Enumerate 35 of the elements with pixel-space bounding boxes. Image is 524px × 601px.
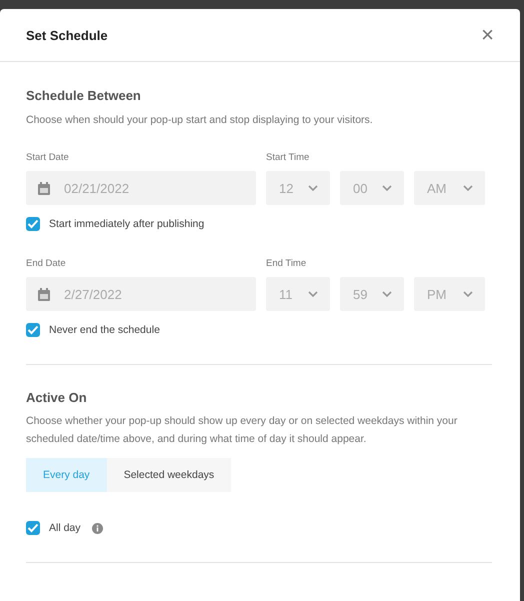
checkbox[interactable] xyxy=(26,323,40,337)
checkbox-label: Start immediately after publishing xyxy=(49,218,204,230)
tab[interactable]: Selected weekdays xyxy=(106,458,232,492)
section-heading: Schedule Between xyxy=(26,88,142,103)
time-dropdown[interactable]: 00 xyxy=(340,171,404,205)
section-description: Choose when should your pop-up start and stop displaying to your visitors. xyxy=(26,114,374,126)
checkbox[interactable] xyxy=(26,521,40,535)
chevron-down-icon xyxy=(382,291,392,297)
time-dropdown[interactable]: 11 xyxy=(266,277,330,311)
date-field[interactable]: 02/21/2022 xyxy=(26,171,256,205)
chevron-down-icon xyxy=(308,291,318,297)
checkbox-label: All day xyxy=(49,522,81,534)
field-label: Start Time xyxy=(266,152,310,163)
info-icon xyxy=(92,522,103,534)
field-label: End Time xyxy=(266,258,308,269)
time-dropdown[interactable]: PM xyxy=(414,277,485,311)
time-dropdown[interactable]: AM xyxy=(414,171,485,205)
date-field[interactable]: 2/27/2022 xyxy=(26,277,256,311)
chevron-down-icon xyxy=(308,185,318,191)
checkbox[interactable] xyxy=(26,217,40,231)
field-label: Start Date xyxy=(26,152,70,163)
chevron-down-icon xyxy=(382,185,392,191)
dialog-title: Set Schedule xyxy=(26,28,108,42)
close-button[interactable]: × xyxy=(473,24,502,46)
calendar-icon xyxy=(38,288,50,300)
chevron-down-icon xyxy=(463,185,473,191)
chevron-down-icon xyxy=(463,291,473,297)
tab[interactable]: Every day xyxy=(26,458,107,492)
section-description: Choose whether your pop-up should show up every day or on selected weekdays within your scheduled date/time above, and during what time of day it should appear. xyxy=(26,414,458,447)
checkbox-label: Never end the schedule xyxy=(49,324,160,336)
field-label: End Date xyxy=(26,258,67,269)
time-dropdown[interactable]: 12 xyxy=(266,171,330,205)
calendar-icon xyxy=(38,182,50,194)
time-dropdown[interactable]: 59 xyxy=(340,277,404,311)
section-heading: Active On xyxy=(26,390,88,405)
